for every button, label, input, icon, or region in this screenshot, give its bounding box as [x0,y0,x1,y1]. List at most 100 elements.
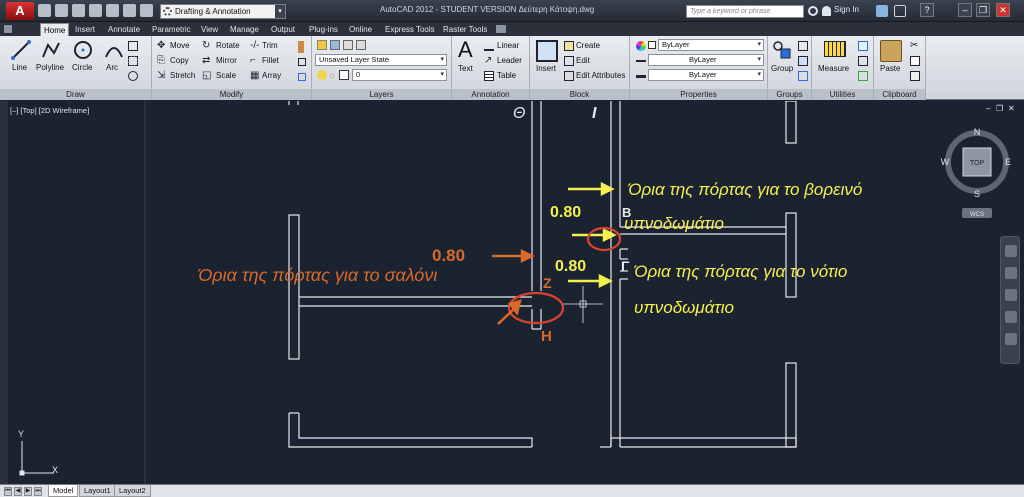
layer-freeze-icon[interactable] [356,40,366,50]
polyline-icon[interactable] [40,39,62,61]
draw-panel-title[interactable]: Draw [0,89,151,100]
redo-icon[interactable] [140,4,153,17]
application-menu-button[interactable]: A [6,2,34,20]
insert-block-icon[interactable] [536,40,558,62]
properties-panel-title[interactable]: Properties [630,89,767,100]
utilities-panel-title[interactable]: Utilities [812,89,873,100]
tab-plug-ins[interactable]: Plug-ins [306,23,341,36]
tab-express-tools[interactable]: Express Tools [382,23,438,36]
group-edit-icon[interactable] [798,56,808,66]
save-as-icon[interactable] [89,4,102,17]
last-tab-icon[interactable]: ⏭ [34,487,42,496]
exchange-icon[interactable] [876,5,888,17]
wcs-label[interactable]: WCS [970,212,984,218]
leader-button[interactable]: Leader [497,56,522,65]
tab-output[interactable]: Output [268,23,298,36]
block-panel-title[interactable]: Block [530,89,629,100]
viewcube-top-label[interactable]: TOP [970,160,985,167]
paste-button[interactable]: Paste [880,64,900,73]
trim-button[interactable]: Trim [262,41,278,50]
ellipse-icon[interactable] [128,71,138,81]
measure-button[interactable]: Measure [818,64,849,73]
layer-state-dropdown[interactable]: Unsaved Layer State [315,54,447,66]
layers-panel-title[interactable]: Layers [312,89,451,100]
next-tab-icon[interactable]: ▶ [24,487,32,496]
drawing-svg[interactable]: Y X TOP N S E W WCS Θ Ι Όρια της πόρτας … [0,101,1024,484]
undo-icon[interactable] [123,4,136,17]
stretch-button[interactable]: Stretch [170,71,195,80]
tab-model[interactable]: Model [48,485,79,497]
compass-east[interactable]: E [1005,157,1011,167]
zoom-icon[interactable] [1005,289,1017,301]
rotate-button[interactable]: Rotate [216,41,240,50]
linetype-dropdown[interactable]: ByLayer [648,54,764,66]
layer-isolate-icon[interactable] [343,40,353,50]
sign-in-button[interactable]: Sign In [834,5,859,14]
ribbon-minimize-icon[interactable] [496,25,506,33]
hatch-icon[interactable] [128,56,138,66]
measure-icon[interactable] [824,41,846,57]
text-icon[interactable]: A [458,37,473,63]
search-input[interactable]: Type a keyword or phrase [686,5,804,18]
id-point-icon[interactable] [858,71,868,81]
circle-button[interactable]: Circle [72,63,92,72]
compass-south[interactable]: S [974,189,980,199]
scale-button[interactable]: Scale [216,71,236,80]
open-file-icon[interactable] [55,4,68,17]
cut-icon[interactable]: ✂ [910,41,920,51]
minimize-button[interactable]: – [958,3,972,17]
group-select-icon[interactable] [798,71,808,81]
arc-button[interactable]: Arc [106,63,118,72]
erase-icon[interactable] [298,41,304,53]
help-button[interactable]: ? [920,3,934,17]
ribbon-menu-icon[interactable] [4,25,12,33]
object-color-dropdown[interactable]: ByLayer [658,39,764,51]
edit-button[interactable]: Edit [576,56,590,65]
current-layer-dropdown[interactable]: 0 [352,69,447,81]
copy-button[interactable]: Copy [170,56,189,65]
pan-icon[interactable] [1005,267,1017,279]
rectangle-icon[interactable] [128,41,138,51]
layer-states-icon[interactable] [330,40,340,50]
lineweight-dropdown[interactable]: ByLayer [648,69,764,81]
group-button[interactable]: Group [771,64,793,73]
new-file-icon[interactable] [38,4,51,17]
orbit-icon[interactable] [1005,311,1017,323]
edit-attributes-button[interactable]: Edit Attributes [576,71,625,80]
match-properties-icon[interactable] [910,71,920,81]
tab-annotate[interactable]: Annotate [105,23,143,36]
tab-manage[interactable]: Manage [227,23,262,36]
arc-icon[interactable] [103,39,125,61]
compass-north[interactable]: N [974,127,981,137]
tab-layout2[interactable]: Layout2 [114,485,151,497]
offset-icon[interactable] [298,73,306,81]
table-button[interactable]: Table [497,71,516,80]
tab-raster-tools[interactable]: Raster Tools [440,23,490,36]
insert-button[interactable]: Insert [536,64,556,73]
paste-icon[interactable] [880,40,902,62]
fillet-button[interactable]: Fillet [262,56,279,65]
close-button[interactable]: ✕ [996,3,1010,17]
tab-parametric[interactable]: Parametric [149,23,194,36]
tab-layout1[interactable]: Layout1 [79,485,116,497]
polyline-button[interactable]: Polyline [36,63,64,72]
workspace-dropdown[interactable]: Drafting & Annotation ▾ [160,4,286,19]
group-icon[interactable] [771,39,793,61]
annotation-panel-title[interactable]: Annotation [452,89,529,100]
explode-icon[interactable] [298,58,306,66]
steering-wheel-icon[interactable] [1005,245,1017,257]
circle-icon[interactable] [72,39,94,61]
quick-select-icon[interactable] [858,41,868,51]
maximize-button[interactable]: ❐ [976,3,990,17]
first-tab-icon[interactable]: ⏮ [4,487,12,496]
binoculars-icon[interactable] [808,6,818,16]
mirror-button[interactable]: Mirror [216,56,237,65]
line-icon[interactable] [10,39,32,61]
compass-west[interactable]: W [941,157,950,167]
ungroup-icon[interactable] [798,41,808,51]
move-button[interactable]: Move [170,41,190,50]
modify-panel-title[interactable]: Modify [152,89,311,100]
create-button[interactable]: Create [576,41,600,50]
tab-online[interactable]: Online [346,23,375,36]
prev-tab-icon[interactable]: ◀ [14,487,22,496]
